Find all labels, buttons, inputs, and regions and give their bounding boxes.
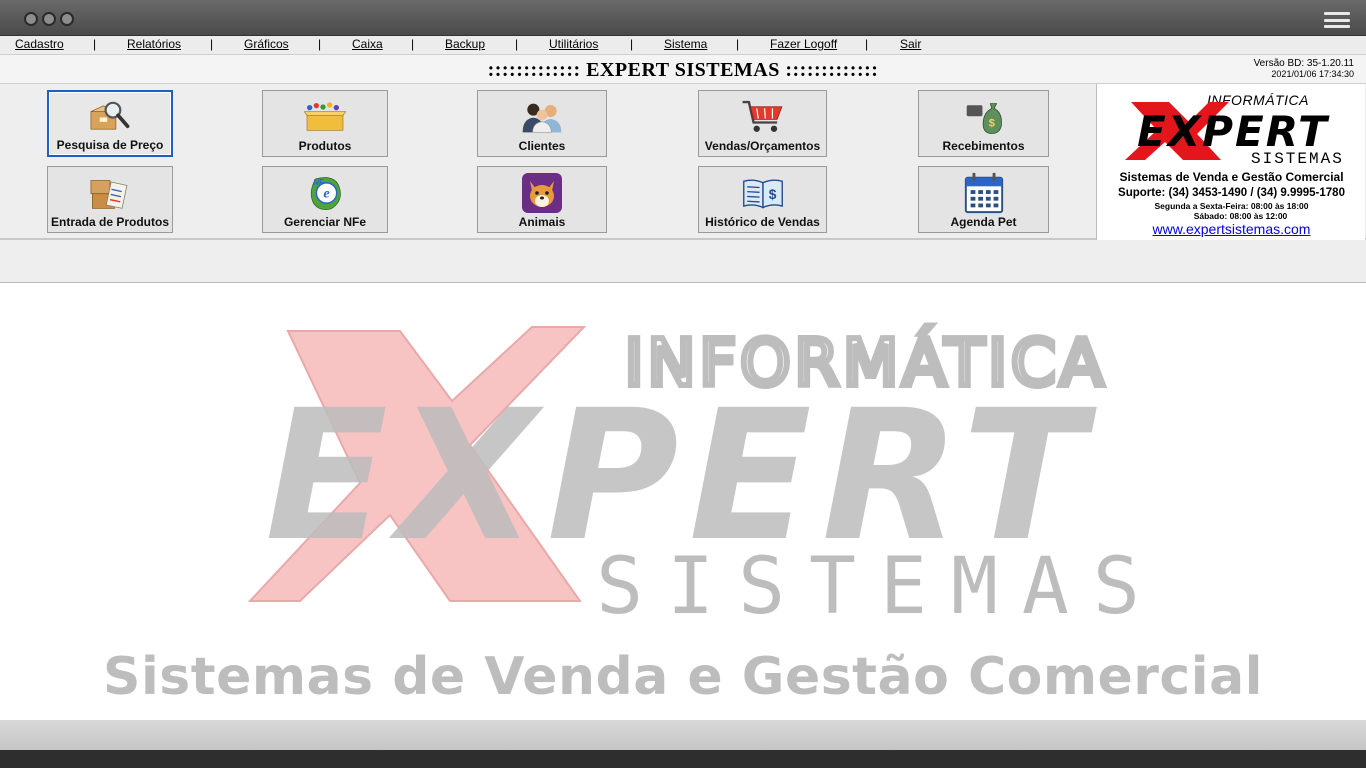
page-title: ::::::::::::: EXPERT SISTEMAS ::::::::::…: [487, 59, 879, 81]
dog-face-icon: [520, 173, 564, 213]
version-label: Versão BD: 35-1.20.11: [1253, 58, 1354, 69]
menu-bar: Cadastro | Relatórios | Gráficos | Caixa…: [0, 36, 1366, 54]
button-label: Pesquisa de Preço: [56, 138, 164, 152]
button-label: Agenda Pet: [950, 215, 1017, 229]
menu-backup[interactable]: Backup: [445, 37, 485, 51]
hamburger-menu-icon[interactable]: [1324, 12, 1350, 28]
menu-separator: |: [411, 37, 415, 51]
status-strip: [0, 240, 1366, 283]
gerenciar-nfe-button[interactable]: e NF Gerenciar NFe: [262, 166, 388, 233]
products-box-icon: [303, 97, 347, 137]
button-label: Entrada de Produtos: [50, 215, 169, 229]
svg-text:$: $: [768, 187, 776, 202]
website-link[interactable]: www.expertsistemas.com: [1097, 221, 1366, 237]
menu-utilitarios[interactable]: Utilitários: [549, 37, 598, 51]
version-info: Versão BD: 35-1.20.11 2021/01/06 17:34:3…: [1254, 58, 1354, 80]
maximize-window-button[interactable]: [60, 12, 74, 26]
entrada-de-produtos-button[interactable]: Entrada de Produtos: [47, 166, 173, 233]
magnifier-box-icon: [88, 96, 132, 136]
nfe-globe-icon: e NF: [303, 173, 347, 213]
pesquisa-de-preco-button[interactable]: Pesquisa de Preço: [47, 90, 173, 157]
logo-sistemas-text: SISTEMAS: [1251, 150, 1344, 168]
clientes-button[interactable]: Clientes: [477, 90, 607, 157]
support-phones: Suporte: (34) 3453-1490 / (34) 9.9995-17…: [1118, 187, 1345, 199]
clipboard-boxes-icon: [88, 173, 132, 213]
main-content-area: INFORMÁTICA EXPERT SISTEMAS Sistemas de …: [0, 283, 1366, 720]
animais-button[interactable]: Animais: [477, 166, 607, 233]
menu-separator: |: [515, 37, 519, 51]
hours-weekday: Segunda a Sexta-Feira: 08:00 às 18:00: [1154, 201, 1309, 211]
bottom-bar: [0, 720, 1366, 750]
svg-text:e: e: [323, 186, 329, 202]
logo-expert-text: EXPERT: [1137, 107, 1330, 156]
produtos-button[interactable]: Produtos: [262, 90, 388, 157]
agenda-pet-button[interactable]: Agenda Pet: [918, 166, 1049, 233]
menu-separator: |: [93, 37, 97, 51]
window-controls: [24, 12, 74, 26]
taskbar-strip: [0, 750, 1366, 768]
menu-separator: |: [210, 37, 214, 51]
menu-relatorios[interactable]: Relatórios: [127, 37, 181, 51]
svg-text:$: $: [988, 117, 994, 129]
button-label: Recebimentos: [942, 139, 1025, 153]
clients-people-icon: [520, 97, 564, 137]
button-label: Gerenciar NFe: [283, 215, 367, 229]
menu-separator: |: [736, 37, 740, 51]
menu-separator: |: [318, 37, 322, 51]
watermark-tagline: Sistemas de Venda e Gestão Comercial: [103, 647, 1263, 707]
close-window-button[interactable]: [24, 12, 38, 26]
minimize-window-button[interactable]: [42, 12, 56, 26]
menu-separator: |: [630, 37, 634, 51]
money-bag-icon: $: [962, 97, 1006, 137]
title-bar: [0, 0, 1366, 36]
menu-sair[interactable]: Sair: [900, 37, 921, 51]
watermark-sistemas-text: SISTEMAS: [596, 542, 1164, 632]
ledger-book-icon: $: [741, 173, 785, 213]
button-label: Animais: [518, 215, 566, 229]
recebimentos-button[interactable]: $ Recebimentos: [918, 90, 1049, 157]
datetime-label: 2021/01/06 17:34:30: [1271, 69, 1354, 79]
button-label: Clientes: [518, 139, 566, 153]
hours-saturday: Sábado: 08:00 às 12:00: [1193, 211, 1288, 221]
menu-sistema[interactable]: Sistema: [664, 37, 707, 51]
menu-fazer-logoff[interactable]: Fazer Logoff: [770, 37, 837, 51]
button-label: Histórico de Vendas: [705, 215, 820, 229]
vendas-orcamentos-button[interactable]: Vendas/Orçamentos: [698, 90, 827, 157]
button-label: Produtos: [298, 139, 352, 153]
svg-text:NF: NF: [313, 178, 324, 187]
menu-caixa[interactable]: Caixa: [352, 37, 383, 51]
shopping-cart-icon: [741, 97, 785, 137]
app-header: ::::::::::::: EXPERT SISTEMAS ::::::::::…: [0, 54, 1366, 84]
button-label: Vendas/Orçamentos: [704, 139, 821, 153]
menu-separator: |: [865, 37, 869, 51]
menu-cadastro[interactable]: Cadastro: [15, 37, 64, 51]
historico-de-vendas-button[interactable]: $ Histórico de Vendas: [698, 166, 827, 233]
company-info-panel: INFORMÁTICA EXPERT SISTEMAS Sistemas de …: [1096, 84, 1365, 240]
calendar-icon: [962, 172, 1006, 214]
menu-graficos[interactable]: Gráficos: [244, 37, 289, 51]
company-tagline: Sistemas de Venda e Gestão Comercial: [1119, 170, 1344, 184]
